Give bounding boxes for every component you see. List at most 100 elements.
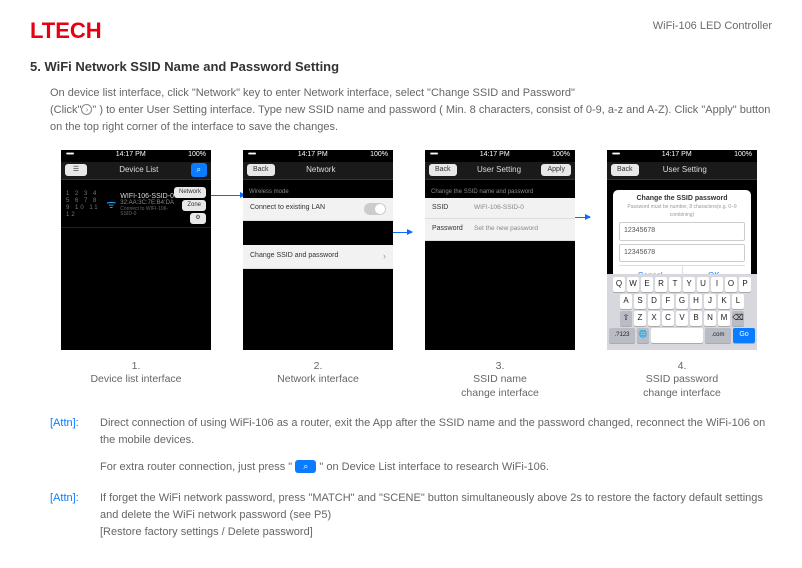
key-g[interactable]: G (676, 294, 688, 309)
status-battery: 100% (734, 150, 752, 161)
key-w[interactable]: W (627, 277, 639, 292)
device-row[interactable]: 1 2 3 4 5 6 7 8 9 10 11 12 ᯤ WIFI-106-SS… (61, 184, 211, 228)
nav-title: Network (306, 164, 335, 176)
nav-title: User Setting (663, 164, 707, 176)
keyboard[interactable]: QWERTYUIOP ASDFGHJKL ⇧ZXCVBNM⌫ .?123 🌐 .… (607, 274, 757, 350)
key-v[interactable]: V (676, 311, 688, 326)
caption-num: 3. (496, 360, 505, 372)
key-i[interactable]: I (711, 277, 723, 292)
search-button[interactable]: ⌕ (191, 163, 207, 177)
key-o[interactable]: O (725, 277, 737, 292)
key-q[interactable]: Q (613, 277, 625, 292)
key-j[interactable]: J (704, 294, 716, 309)
brand-logo: LTECH (30, 14, 102, 47)
status-time: 14:17 PM (116, 150, 146, 161)
ssid-field[interactable]: SSID WIFI-106-SSID-0 (425, 198, 575, 220)
gear-icon[interactable]: ⚙ (190, 213, 206, 224)
intro-text: On device list interface, click "Network… (50, 85, 772, 136)
product-name: WiFi-106 LED Controller (653, 18, 772, 35)
section-label: Wireless mode (243, 184, 393, 198)
screenshot-user-setting: ••••• 14:17 PM 100% Back User Setting Ap… (425, 150, 575, 350)
key-go[interactable]: Go (733, 328, 755, 343)
key-globe[interactable]: 🌐 (637, 328, 649, 343)
attn-text-3: If forget the WiFi network password, pre… (100, 490, 772, 524)
status-time: 14:17 PM (480, 150, 510, 161)
password-input-2[interactable]: 12345678 (619, 244, 745, 263)
key-c[interactable]: C (662, 311, 674, 326)
key-shift[interactable]: ⇧ (620, 311, 632, 326)
wifi-icon: ᯤ (106, 197, 116, 214)
key-s[interactable]: S (634, 294, 646, 309)
toggle-switch[interactable] (364, 203, 386, 215)
key-delete[interactable]: ⌫ (732, 311, 744, 326)
status-battery: 100% (188, 150, 206, 161)
zone-button[interactable]: Zone (182, 200, 206, 211)
connect-lan-row[interactable]: Connect to existing LAN (243, 198, 393, 221)
key-p[interactable]: P (739, 277, 751, 292)
back-button[interactable]: ☰ (65, 164, 87, 177)
zone-numbers: 1 2 3 4 5 6 7 8 9 10 11 12 (66, 191, 102, 220)
network-button[interactable]: Network (174, 187, 206, 198)
device-status: Connect to WIFI-106-SSID-0 (120, 207, 174, 218)
status-time: 14:17 PM (662, 150, 692, 161)
caption-text: Device list interface (90, 373, 181, 385)
password-field[interactable]: Password Set the new password (425, 219, 575, 241)
caption-num: 2. (314, 360, 323, 372)
caption-text-a: SSID name (473, 373, 527, 385)
attn-label: [Attn]: (50, 415, 90, 486)
key-a[interactable]: A (620, 294, 632, 309)
back-button[interactable]: Back (611, 164, 639, 177)
password-input-1[interactable]: 12345678 (619, 222, 745, 241)
nav-title: User Setting (477, 164, 521, 176)
status-battery: 100% (370, 150, 388, 161)
key-z[interactable]: Z (634, 311, 646, 326)
apply-button[interactable]: Apply (541, 164, 571, 177)
caption-text-b: change interface (461, 387, 539, 399)
change-ssid-row[interactable]: Change SSID and password › (243, 245, 393, 270)
key-h[interactable]: H (690, 294, 702, 309)
chevron-circle-icon: › (81, 104, 92, 115)
screenshot-device-list: ••••• 14:17 PM 100% ☰ Device List ⌕ 1 2 … (61, 150, 211, 350)
status-battery: 100% (552, 150, 570, 161)
signal-icon: ••••• (612, 150, 619, 161)
attn-text-2: For extra router connection, just press … (100, 459, 772, 476)
screenshot-password-dialog: ••••• 14:17 PM 100% Back User Setting Ch… (607, 150, 757, 350)
chevron-right-icon: › (383, 250, 386, 264)
key-y[interactable]: Y (683, 277, 695, 292)
key-b[interactable]: B (690, 311, 702, 326)
key-f[interactable]: F (662, 294, 674, 309)
caption-text-a: SSID password (646, 373, 718, 385)
key-l[interactable]: L (732, 294, 744, 309)
search-icon: ⌕ (295, 460, 316, 473)
back-button[interactable]: Back (429, 164, 457, 177)
signal-icon: ••••• (430, 150, 437, 161)
key-r[interactable]: R (655, 277, 667, 292)
screenshot-network: ••••• 14:17 PM 100% Back Network Wireles… (243, 150, 393, 350)
key-k[interactable]: K (718, 294, 730, 309)
attn-text-4: [Restore factory settings / Delete passw… (100, 524, 772, 541)
key-m[interactable]: M (718, 311, 730, 326)
signal-icon: ••••• (66, 150, 73, 161)
key-e[interactable]: E (641, 277, 653, 292)
section-label: Change the SSID name and password (425, 184, 575, 198)
caption-text: Network interface (277, 373, 359, 385)
key-n[interactable]: N (704, 311, 716, 326)
dialog-subtitle: Password must be number, 8 characters(e.… (619, 204, 745, 219)
attn-label: [Attn]: (50, 490, 90, 541)
key-d[interactable]: D (648, 294, 660, 309)
key-space[interactable] (651, 328, 703, 343)
nav-title: Device List (119, 164, 158, 176)
key-numbers[interactable]: .?123 (609, 328, 635, 343)
key-x[interactable]: X (648, 311, 660, 326)
signal-icon: ••••• (248, 150, 255, 161)
attn-text-1: Direct connection of using WiFi-106 as a… (100, 415, 772, 449)
key-u[interactable]: U (697, 277, 709, 292)
key-com[interactable]: .com (705, 328, 731, 343)
section-title: 5. WiFi Network SSID Name and Password S… (30, 57, 772, 77)
caption-num: 1. (132, 360, 141, 372)
key-t[interactable]: T (669, 277, 681, 292)
caption-num: 4. (678, 360, 687, 372)
back-button[interactable]: Back (247, 164, 275, 177)
status-time: 14:17 PM (298, 150, 328, 161)
dialog-title: Change the SSID password (619, 194, 745, 205)
